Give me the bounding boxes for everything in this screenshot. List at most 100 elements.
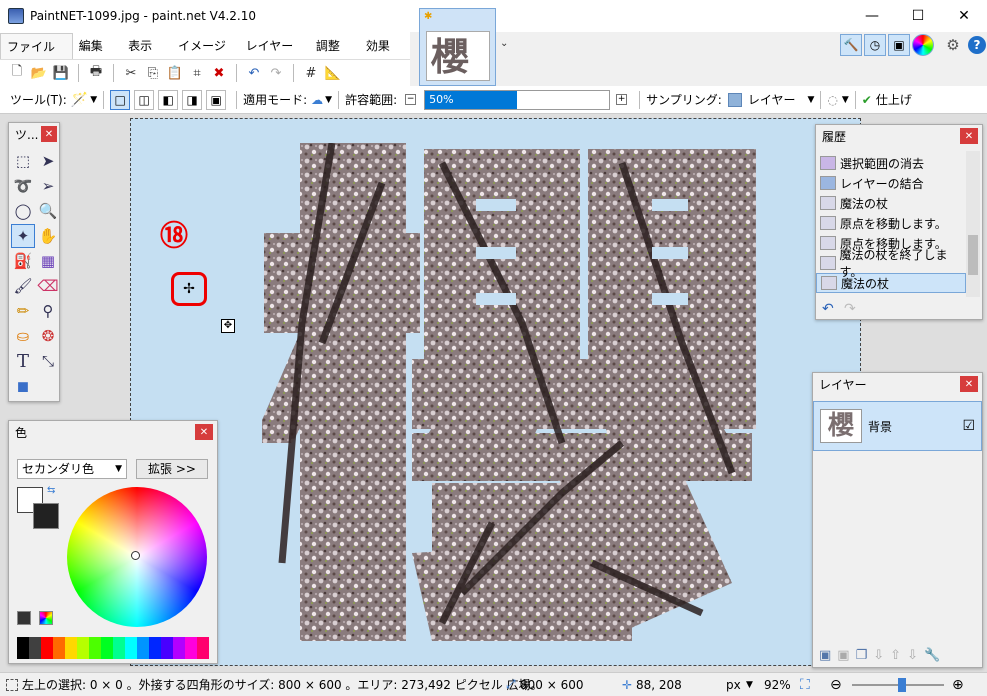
merge-down-icon[interactable]: ⇩ [873, 648, 884, 663]
zoom-fit-icon[interactable]: ⛶ [800, 677, 810, 693]
ellipse-select-icon[interactable]: ◯ [11, 199, 35, 223]
new-file-icon[interactable]: 🗋 [6, 62, 28, 84]
cut-icon[interactable]: ✂ [120, 62, 142, 84]
tolerance-slider[interactable]: 50% [424, 89, 611, 110]
ruler-icon[interactable]: 📐 [322, 62, 344, 84]
scrollbar-thumb[interactable] [968, 235, 978, 275]
selection-invert-button[interactable]: ▣ [206, 89, 227, 110]
add-layer-icon[interactable]: ▣ [819, 648, 831, 663]
tools-toggle-icon[interactable]: 🔨 [840, 34, 862, 56]
layer-row[interactable]: 櫻 背景 ☑ [813, 401, 982, 451]
color-wheel-cursor[interactable] [131, 551, 140, 560]
close-icon[interactable]: ✕ [960, 128, 978, 144]
help-icon[interactable]: ? [968, 36, 986, 54]
magic-wand-icon[interactable]: 🪄 [71, 92, 88, 108]
history-item[interactable]: レイヤーの結合 [816, 173, 966, 193]
flood-mode-icon[interactable]: ☁ [311, 93, 323, 107]
history-item[interactable]: 魔法の杖を終了します。 [816, 248, 966, 279]
maximize-button[interactable]: ☐ [895, 0, 941, 32]
tolerance-decrease-button[interactable]: − [405, 94, 417, 105]
palette-icon[interactable] [39, 611, 53, 625]
gradient-icon[interactable]: ▦ [36, 249, 60, 273]
chevron-down-icon[interactable]: ▼ [90, 95, 97, 105]
delete-layer-icon[interactable]: ▣ [837, 648, 849, 663]
history-toggle-icon[interactable]: ◷ [864, 34, 886, 56]
eraser-icon[interactable]: ⌫ [36, 274, 60, 298]
history-scrollbar[interactable] [966, 151, 980, 297]
text-icon[interactable]: T [11, 349, 35, 373]
image-tab-thumbnail[interactable]: ✱ 櫻 [419, 8, 496, 86]
antialias-icon[interactable]: ◌ [827, 93, 837, 107]
close-button[interactable]: ✕ [941, 0, 987, 32]
zoom-in-icon[interactable]: ⊕ [952, 677, 964, 693]
swap-colors-icon[interactable]: ⇆ [47, 485, 55, 496]
color-mode-dropdown[interactable]: セカンダリ色 ▼ [17, 459, 127, 479]
palette-options-icon[interactable] [17, 611, 31, 625]
layers-toggle-icon[interactable]: ▣ [888, 34, 910, 56]
move-selected-icon[interactable]: ➤ [36, 149, 60, 173]
color-picker-icon[interactable]: ⚲ [36, 299, 60, 323]
print-icon[interactable]: 🖶 [85, 62, 107, 84]
chevron-down-icon[interactable]: ⌄ [500, 38, 508, 49]
menu-file[interactable]: ファイル(F) [0, 32, 73, 80]
copy-icon[interactable]: ⎘ [142, 62, 164, 84]
selection-intersect-button[interactable]: ◨ [182, 89, 203, 110]
duplicate-layer-icon[interactable]: ❐ [856, 648, 868, 663]
sampling-layer-icon[interactable] [727, 92, 742, 107]
minimize-button[interactable]: — [849, 0, 895, 32]
layer-visibility-checkbox[interactable]: ☑ [962, 418, 975, 434]
zoom-slider-thumb[interactable] [898, 678, 906, 692]
color-wheel[interactable] [67, 487, 207, 627]
chevron-down-icon[interactable]: ▼ [746, 680, 753, 690]
unit-select[interactable]: px [726, 678, 741, 692]
save-icon[interactable]: 💾 [50, 62, 72, 84]
menu-effects[interactable]: 効果(C) [360, 33, 410, 79]
move-selection-icon[interactable]: ➢ [36, 174, 60, 198]
selection-replace-button[interactable]: □ [110, 89, 131, 110]
chevron-down-icon[interactable]: ▼ [325, 95, 332, 105]
menu-image[interactable]: イメージ(I) [172, 33, 239, 79]
open-folder-icon[interactable]: 📂 [28, 62, 50, 84]
zoom-out-icon[interactable]: ⊖ [830, 677, 842, 693]
redo-icon[interactable]: ↷ [265, 62, 287, 84]
menu-adjust[interactable]: 調整(A) [310, 33, 360, 79]
sampling-value[interactable]: レイヤー [748, 91, 796, 108]
colors-toggle-icon[interactable] [912, 34, 934, 56]
expand-button[interactable]: 拡張 >> [136, 459, 208, 479]
lasso-select-icon[interactable]: ➰ [11, 174, 35, 198]
close-icon[interactable]: ✕ [41, 126, 57, 142]
close-icon[interactable]: ✕ [960, 376, 978, 392]
layer-properties-icon[interactable]: 🔧 [924, 648, 940, 663]
selection-union-button[interactable]: ◫ [134, 89, 155, 110]
line-curve-icon[interactable]: ⤡ [36, 349, 60, 373]
move-down-icon[interactable]: ⇩ [907, 648, 918, 663]
history-item[interactable]: 選択範囲の消去 [816, 153, 966, 173]
undo-icon[interactable]: ↶ [243, 62, 265, 84]
history-item[interactable]: 原点を移動します。 [816, 213, 966, 233]
menu-edit[interactable]: 編集(E) [73, 33, 122, 79]
crop-icon[interactable]: ⌗ [186, 62, 208, 84]
deselect-icon[interactable]: ✖ [208, 62, 230, 84]
recolor-icon[interactable]: ❂ [36, 324, 60, 348]
move-up-icon[interactable]: ⇧ [890, 648, 901, 663]
secondary-color-swatch[interactable] [33, 503, 59, 529]
zoom-icon[interactable]: 🔍 [36, 199, 60, 223]
shapes-icon[interactable]: ◼ [11, 374, 35, 398]
magic-wand-icon[interactable]: ✦ [11, 224, 35, 248]
tolerance-increase-button[interactable]: + [616, 94, 628, 105]
grid-icon[interactable]: # [300, 62, 322, 84]
redo-icon[interactable]: ↷ [844, 301, 856, 317]
color-palette[interactable] [17, 637, 209, 659]
zoom-level[interactable]: 92% [764, 678, 791, 692]
undo-icon[interactable]: ↶ [822, 301, 834, 317]
chevron-down-icon[interactable]: ▼ [807, 95, 814, 105]
pencil-icon[interactable]: ✏ [11, 299, 35, 323]
paste-icon[interactable]: 📋 [164, 62, 186, 84]
paintbrush-icon[interactable]: 🖌 [11, 274, 35, 298]
finish-button[interactable]: 仕上げ [876, 91, 912, 108]
menu-layer[interactable]: レイヤー(L) [240, 33, 310, 79]
zoom-slider[interactable] [852, 678, 944, 692]
gear-icon[interactable]: ⚙ [942, 36, 964, 54]
paint-bucket-icon[interactable]: ⛽ [11, 249, 35, 273]
chevron-down-icon[interactable]: ▼ [842, 95, 849, 105]
